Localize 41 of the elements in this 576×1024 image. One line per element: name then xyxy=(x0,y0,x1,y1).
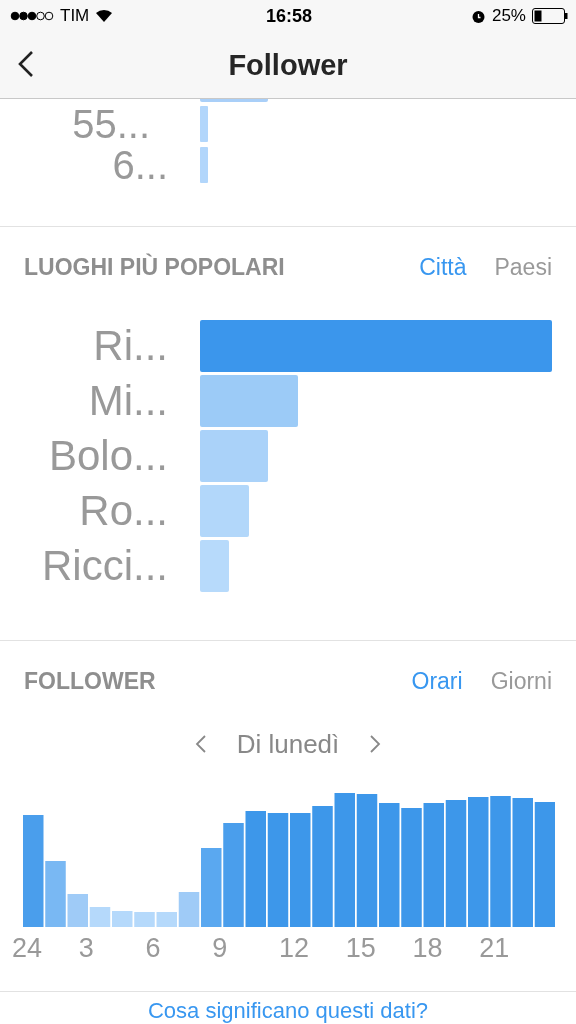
section-title: LUOGHI PIÙ POPOLARI xyxy=(24,253,285,281)
previous-day-button[interactable] xyxy=(194,734,207,754)
filter-tab[interactable]: Orari xyxy=(411,667,463,695)
chart-bar xyxy=(112,911,133,927)
chart-bar xyxy=(200,485,249,537)
clock-time: 16:58 xyxy=(265,5,312,27)
info-link[interactable]: Cosa significano questi dati? xyxy=(147,998,429,1024)
axis-label: 15 xyxy=(345,933,377,964)
chart-bar xyxy=(200,106,208,142)
chart-bar xyxy=(200,540,229,592)
chart-bar xyxy=(200,147,208,183)
signal-icon xyxy=(10,11,54,21)
screen-title: Follower xyxy=(228,48,348,82)
carrier-name: TIM xyxy=(60,6,90,26)
filter-tab[interactable]: Paesi xyxy=(494,253,552,281)
chart-bar xyxy=(134,912,155,927)
chart-bar xyxy=(200,99,268,102)
axis-label: 3 xyxy=(78,933,95,964)
axis-label: 9 xyxy=(212,933,229,964)
axis-label: 12 xyxy=(279,933,311,964)
city-label: Ricci... xyxy=(41,542,168,590)
alarm-icon xyxy=(470,8,486,24)
axis-label: 18 xyxy=(412,933,444,964)
axis-label: 21 xyxy=(479,933,511,964)
age-range-label: 55... xyxy=(71,105,151,143)
axis-label: 24 xyxy=(12,933,44,964)
city-label: Bolo... xyxy=(47,432,168,480)
battery-icon xyxy=(532,8,568,24)
battery-percentage: 25% xyxy=(491,6,526,26)
chart-bar xyxy=(200,430,268,482)
day-label: Di lunedì xyxy=(236,728,340,760)
next-day-button[interactable] xyxy=(369,734,382,754)
wifi-icon xyxy=(95,9,114,23)
city-label: Ri... xyxy=(92,322,168,370)
city-label: Ro... xyxy=(78,487,168,535)
axis-label: 6 xyxy=(145,933,162,964)
filter-tab[interactable]: Giorni xyxy=(490,667,552,695)
city-label: Mi... xyxy=(87,377,168,425)
filter-tab[interactable]: Città xyxy=(419,253,467,281)
age-range-label: 6... xyxy=(111,146,168,184)
section-title: FOLLOWER xyxy=(24,667,156,695)
